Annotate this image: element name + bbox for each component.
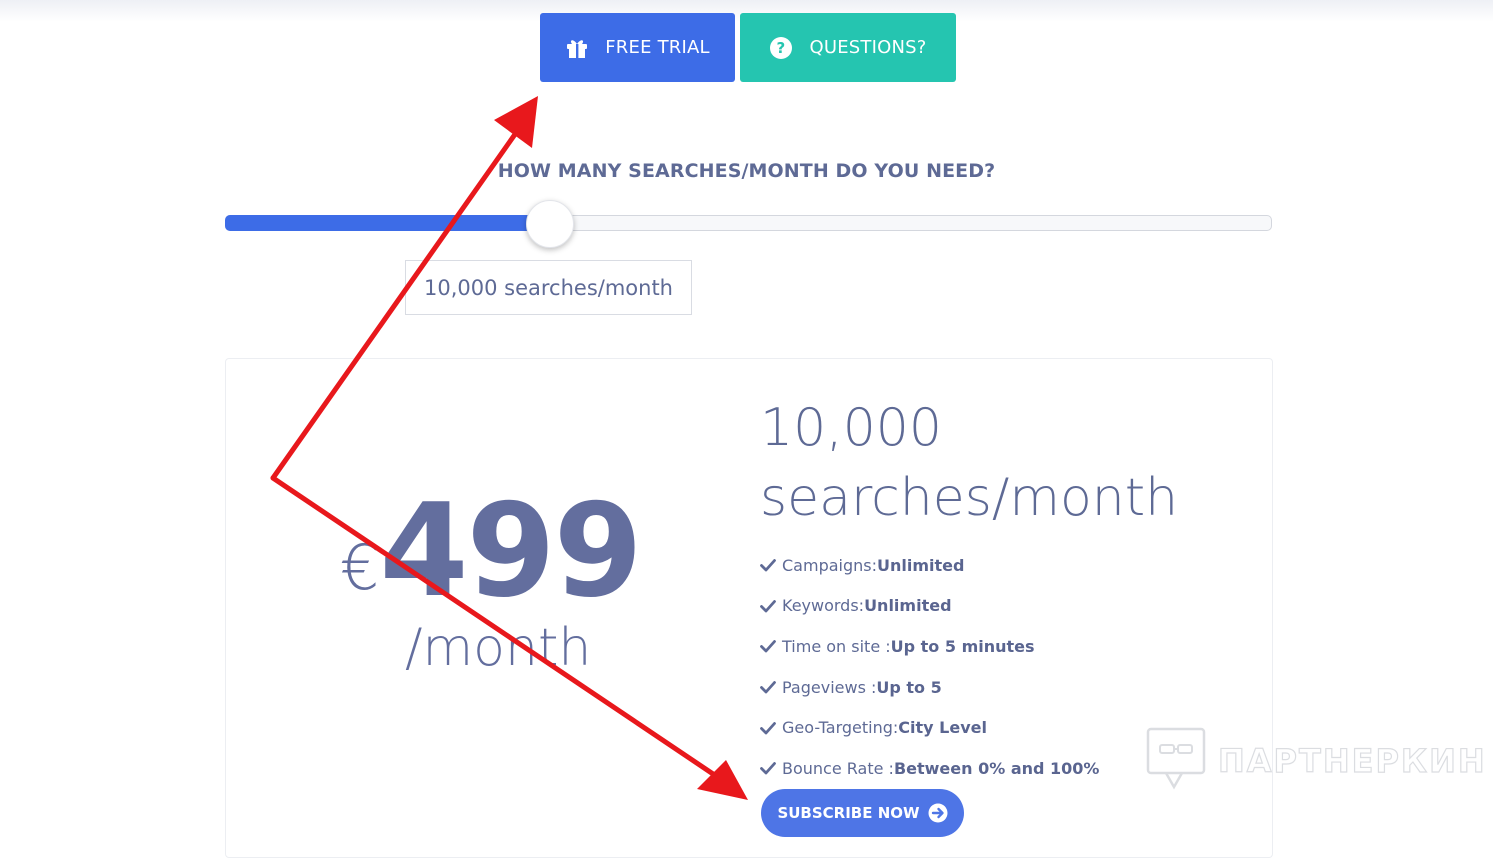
feature-item: Pageviews : Up to 5 xyxy=(760,667,1099,708)
feature-label: Geo-Targeting: xyxy=(782,718,899,738)
watermark-logo-icon xyxy=(1146,727,1206,795)
gift-icon xyxy=(565,36,589,60)
svg-text:?: ? xyxy=(777,39,786,57)
check-icon xyxy=(760,680,776,694)
price-amount: 499 xyxy=(379,477,642,626)
price: € 499 xyxy=(340,477,643,626)
subscribe-label: SUBSCRIBE NOW xyxy=(777,804,920,822)
feature-item: Geo-Targeting: City Level xyxy=(760,707,1099,748)
arrow-circle-right-icon xyxy=(928,803,948,823)
questions-button[interactable]: ? QUESTIONS? xyxy=(740,13,956,82)
check-icon xyxy=(760,639,776,653)
feature-label: Campaigns: xyxy=(782,555,877,575)
feature-item: Time on site : Up to 5 minutes xyxy=(760,626,1099,667)
check-icon xyxy=(760,558,776,572)
subscribe-now-button[interactable]: SUBSCRIBE NOW xyxy=(761,789,964,837)
feature-item: Campaigns: Unlimited xyxy=(760,545,1099,586)
price-currency: € xyxy=(340,531,380,604)
feature-value: Unlimited xyxy=(877,555,965,575)
free-trial-button[interactable]: FREE TRIAL xyxy=(540,13,735,82)
feature-value: Between 0% and 100% xyxy=(893,758,1100,778)
feature-label: Time on site : xyxy=(782,636,891,656)
feature-value: City Level xyxy=(898,718,987,738)
free-trial-label: FREE TRIAL xyxy=(605,37,710,58)
check-icon xyxy=(760,761,776,775)
plan-title: 10,000 searches/month xyxy=(760,398,1179,528)
check-icon xyxy=(760,599,776,613)
question-circle-icon: ? xyxy=(769,36,793,60)
feature-label: Keywords: xyxy=(782,596,865,616)
feature-value: Up to 5 minutes xyxy=(890,636,1035,656)
searches-slider-fill xyxy=(225,215,550,231)
feature-value: Unlimited xyxy=(864,596,952,616)
searches-slider-thumb[interactable] xyxy=(525,200,574,248)
searches-value-text: 10,000 searches/month xyxy=(423,275,673,300)
price-period: /month xyxy=(405,618,592,678)
feature-item: Bounce Rate : Between 0% and 100% xyxy=(760,748,1099,789)
feature-list: Campaigns: Unlimited Keywords: Unlimited… xyxy=(760,545,1099,789)
feature-label: Bounce Rate : xyxy=(782,758,894,778)
searches-value-box: 10,000 searches/month xyxy=(405,260,692,315)
questions-label: QUESTIONS? xyxy=(809,37,927,58)
watermark-text: ПАРТНЕРКИН xyxy=(1217,741,1487,780)
feature-label: Pageviews : xyxy=(782,677,877,697)
feature-value: Up to 5 xyxy=(876,677,942,697)
check-icon xyxy=(760,721,776,735)
feature-item: Keywords: Unlimited xyxy=(760,586,1099,627)
slider-question: HOW MANY SEARCHES/MONTH DO YOU NEED? xyxy=(497,160,996,182)
watermark: ПАРТНЕРКИН xyxy=(1146,727,1487,795)
